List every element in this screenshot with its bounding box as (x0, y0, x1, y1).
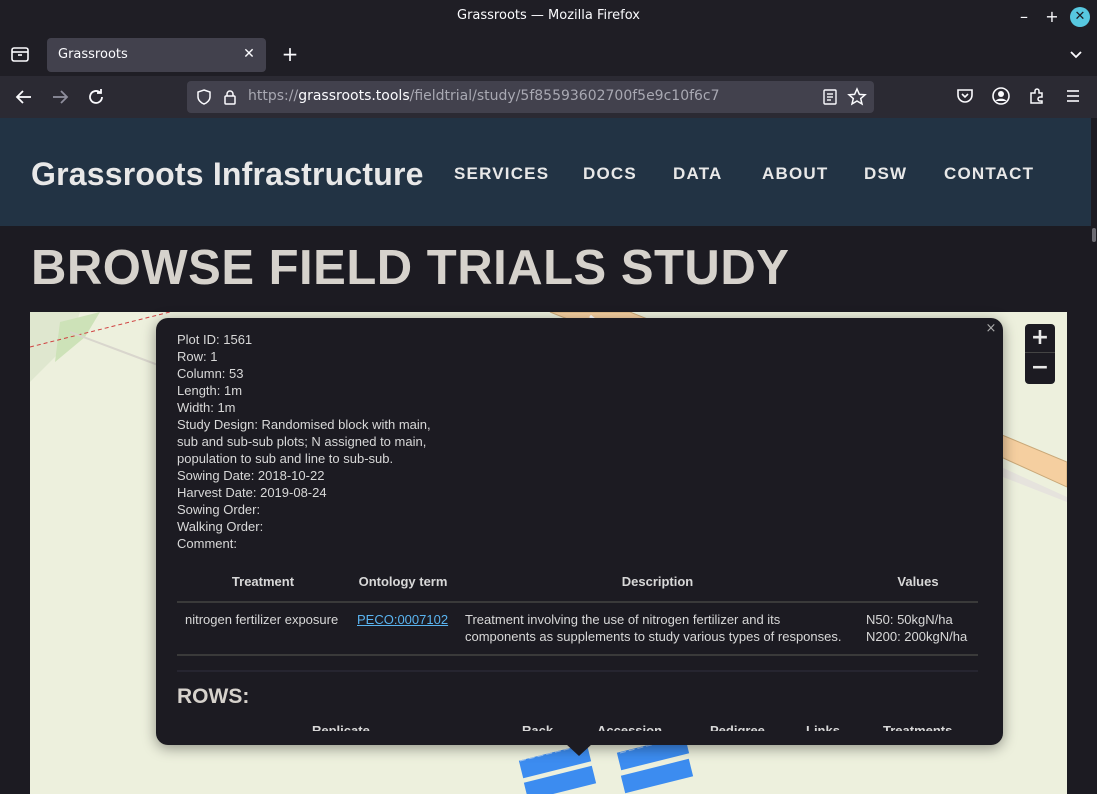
nav-services[interactable]: SERVICES (454, 164, 549, 184)
rows-header-rack: Rack (522, 725, 553, 731)
url-bar[interactable]: https://grassroots.tools/fieldtrial/stud… (187, 81, 874, 113)
plot-info: Plot ID: 1561 Row: 1 Column: 53 Length: … (177, 331, 439, 552)
maximize-button[interactable]: + (1042, 7, 1062, 27)
url-text[interactable]: https://grassroots.tools/fieldtrial/stud… (248, 88, 720, 104)
sowing-order: Sowing Order: (177, 502, 261, 517)
plot-id: Plot ID: 1561 (177, 332, 253, 347)
reader-view-icon[interactable] (821, 88, 839, 106)
walking-order: Walking Order: (177, 519, 264, 534)
header-values: Values (858, 574, 978, 603)
rows-heading: ROWS: (177, 685, 250, 708)
rows-header-pedigree: Pedigree (710, 725, 765, 731)
plot-length: Length: 1m (177, 383, 243, 398)
comment: Comment: (177, 536, 237, 551)
ontology-term-cell: PECO:0007102 (349, 602, 457, 656)
lock-icon[interactable] (221, 88, 239, 106)
plot-column: Column: 53 (177, 366, 244, 381)
url-path: /fieldtrial/study/5f85593602700f5e9c10f6… (409, 88, 720, 104)
rows-header-accession: Accession (597, 725, 662, 731)
nav-data[interactable]: DATA (673, 164, 723, 184)
pocket-icon[interactable] (955, 86, 975, 106)
back-icon[interactable] (12, 85, 36, 109)
site-brand[interactable]: Grassroots Infrastructure (31, 156, 424, 193)
section-divider (177, 670, 978, 672)
treatment-table-header: Treatment Ontology term Description Valu… (177, 574, 978, 603)
nav-about[interactable]: ABOUT (762, 164, 828, 184)
plot-info-popup: × Plot ID: 1561 Row: 1 Column: 53 Length… (156, 318, 1003, 745)
page-scrollbar[interactable] (1091, 118, 1097, 794)
url-host: grassroots.tools (298, 88, 410, 104)
app-menu-icon[interactable] (1063, 86, 1083, 106)
plot-row: Row: 1 (177, 349, 218, 364)
list-all-tabs-icon[interactable] (1066, 44, 1086, 64)
zoom-out-button[interactable]: − (1025, 354, 1055, 383)
treatment-table: Treatment Ontology term Description Valu… (177, 574, 978, 656)
nav-dsw[interactable]: DSW (864, 164, 907, 184)
treatment-description: Treatment involving the use of nitrogen … (457, 602, 858, 656)
plot-width: Width: 1m (177, 400, 236, 415)
nav-contact[interactable]: CONTACT (944, 164, 1034, 184)
header-description: Description (457, 574, 858, 603)
window-title: Grassroots — Mozilla Firefox (457, 8, 640, 23)
table-row: nitrogen fertilizer exposure PECO:000710… (177, 602, 978, 656)
tab-strip: Grassroots ✕ + (0, 34, 1097, 76)
rows-header-links: Links (806, 725, 840, 731)
navigation-toolbar: https://grassroots.tools/fieldtrial/stud… (0, 76, 1097, 118)
nav-docs[interactable]: DOCS (583, 164, 637, 184)
account-icon[interactable] (991, 86, 1011, 106)
harvest-date: Harvest Date: 2019-08-24 (177, 485, 327, 500)
site-header: Grassroots Infrastructure SERVICES DOCS … (0, 118, 1091, 226)
firefox-view-icon[interactable] (10, 44, 30, 64)
treatment-name: nitrogen fertilizer exposure (177, 602, 349, 656)
zoom-in-button[interactable]: + (1025, 324, 1055, 353)
ontology-term-link[interactable]: PECO:0007102 (357, 612, 448, 627)
extensions-icon[interactable] (1027, 86, 1047, 106)
sowing-date: Sowing Date: 2018-10-22 (177, 468, 325, 483)
value-n50: N50: 50kgN/ha (866, 612, 953, 627)
popup-close-icon[interactable]: × (984, 322, 998, 336)
popup-pointer (566, 744, 592, 756)
reload-icon[interactable] (84, 85, 108, 109)
treatment-values: N50: 50kgN/ha N200: 200kgN/ha (858, 602, 978, 656)
minimize-button[interactable]: – (1014, 7, 1034, 27)
bookmark-star-icon[interactable] (847, 87, 867, 107)
header-treatment: Treatment (177, 574, 349, 603)
zoom-control: + − (1025, 324, 1055, 384)
value-n200: N200: 200kgN/ha (866, 629, 968, 644)
rows-header-replicate: Replicate (312, 725, 370, 731)
url-scheme: https:// (248, 88, 299, 104)
page-title: BROWSE FIELD TRIALS STUDY (31, 241, 790, 295)
new-tab-button[interactable]: + (280, 43, 300, 65)
tab-label: Grassroots (58, 47, 128, 62)
header-ontology-term: Ontology term (349, 574, 457, 603)
window-titlebar: Grassroots — Mozilla Firefox – + ✕ (0, 0, 1097, 34)
tracking-protection-shield-icon[interactable] (195, 88, 213, 106)
rows-header-treatments: Treatments (883, 725, 952, 731)
close-window-button[interactable]: ✕ (1070, 7, 1090, 27)
tab-grassroots[interactable]: Grassroots ✕ (47, 38, 266, 72)
study-design: Study Design: Randomised block with main… (177, 417, 431, 466)
page-scrollbar-thumb[interactable] (1092, 228, 1096, 242)
close-tab-icon[interactable]: ✕ (240, 44, 258, 64)
forward-icon[interactable] (48, 85, 72, 109)
